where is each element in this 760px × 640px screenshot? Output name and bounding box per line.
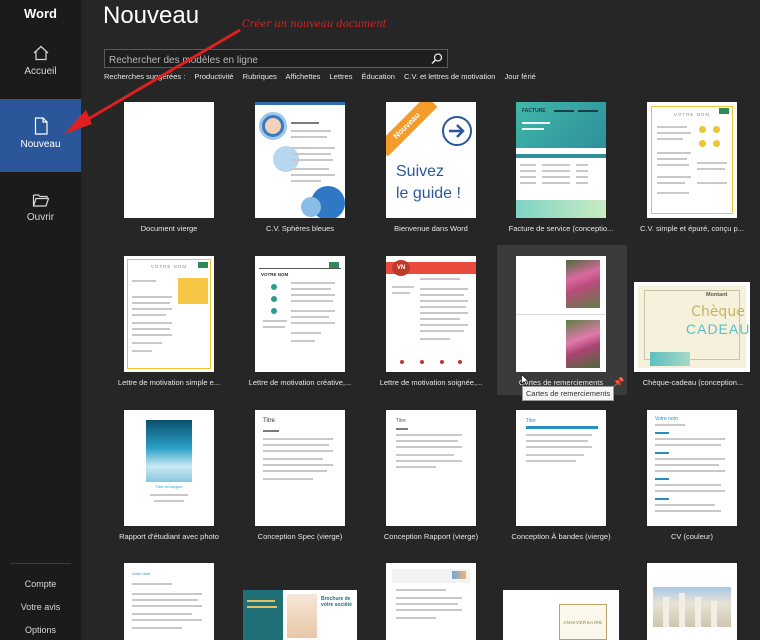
voucher-title-1: Chèque <box>691 304 745 320</box>
folder-icon <box>32 194 49 207</box>
sidebar-item-label: Ouvrir <box>26 212 55 223</box>
sidebar-item-options[interactable]: Options <box>0 625 81 635</box>
new-document-icon <box>34 117 48 135</box>
template-thumbnail: FACTURE <box>516 102 606 218</box>
search-icon[interactable] <box>430 52 444 66</box>
suggestions-label: Recherches suggérées : <box>104 72 186 81</box>
mouse-cursor-icon <box>521 374 529 386</box>
template-thumbnail: Nouveau Suivez le guide ! <box>386 102 476 218</box>
invoice-title: FACTURE <box>522 108 546 114</box>
template-label: Bienvenue dans Word <box>394 224 468 233</box>
letter-name: Votre nom <box>132 571 151 576</box>
suggestion-link[interactable]: Rubriques <box>243 72 277 81</box>
template-label: C.V. simple et épuré, conçu p... <box>640 224 744 233</box>
template-thumbnail: VOTRE NOM <box>647 102 737 218</box>
suggestion-link[interactable]: C.V. et lettres de motivation <box>404 72 495 81</box>
page-title: Nouveau <box>103 2 200 29</box>
suggestion-link[interactable]: Affichettes <box>286 72 321 81</box>
welcome-banner: Nouveau <box>386 102 438 157</box>
report-title: Titre <box>396 418 406 424</box>
welcome-text-2: le guide ! <box>396 185 461 202</box>
template-thumbnail <box>255 102 345 218</box>
suggested-searches: Recherches suggérées : Productivité Rubr… <box>104 72 543 81</box>
anniversary-title: ANNIVERSAIRE <box>563 620 603 625</box>
suggestion-link[interactable]: Éducation <box>362 72 395 81</box>
template-thumbnail: Titre <box>386 410 476 526</box>
template-thumbnail <box>124 102 214 218</box>
cv-color-title: Votre nom <box>655 416 678 422</box>
template-thumbnail-brochure[interactable]: Brochure de votre société <box>243 590 357 640</box>
template-label: CV (couleur) <box>670 532 714 541</box>
search-box <box>104 49 448 69</box>
brochure-title: Brochure de votre société <box>321 596 352 608</box>
initials-badge: VN <box>392 260 410 276</box>
template-label: C.V. Sphères bleues <box>265 224 335 233</box>
sidebar-item-label: Accueil <box>24 66 57 77</box>
template-thumbnail: Votre nom <box>647 410 737 526</box>
word-new-document-screen: Word Accueil Nouveau Ouvrir Compte Votre… <box>0 0 760 640</box>
cv-name: VOTRE NOM <box>261 272 289 277</box>
template-label: Lettre de motivation créative,... <box>248 378 352 387</box>
template-thumbnail-columns[interactable] <box>647 563 737 640</box>
home-icon <box>33 45 48 61</box>
template-thumbnail: VOTRE NOM <box>255 256 345 372</box>
template-label: Lettre de motivation simple e... <box>117 378 221 387</box>
template-label: Conception Rapport (vierge) <box>383 532 479 541</box>
voucher-amount: Montant <box>706 292 728 298</box>
template-thumbnail: VOTRE NOM <box>124 256 214 372</box>
template-thumbnail-letter[interactable]: Votre nom <box>124 563 214 640</box>
suggestion-link[interactable]: Productivité <box>194 72 233 81</box>
sidebar: Word Accueil Nouveau Ouvrir Compte Votre… <box>0 0 81 640</box>
welcome-text-1: Suivez <box>396 163 445 180</box>
template-label: Conception À bandes (vierge) <box>511 532 611 541</box>
search-input[interactable] <box>105 52 425 69</box>
template-thumbnail: Titre du rapport <box>124 410 214 526</box>
template-label: Lettre de motivation soignée,... <box>379 378 483 387</box>
student-report-title: Titre du rapport <box>155 484 183 489</box>
template-thumbnail-memo[interactable] <box>386 563 476 640</box>
template-label: Conception Spec (vierge) <box>257 532 343 541</box>
template-label: Rapport d'étudiant avec photo <box>119 532 219 541</box>
app-title: Word <box>24 6 57 21</box>
sidebar-item-feedback[interactable]: Votre avis <box>0 602 81 612</box>
sidebar-item-home[interactable]: Accueil <box>0 44 81 94</box>
sidebar-item-open[interactable]: Ouvrir <box>0 192 81 232</box>
template-label: Chèque-cadeau (conception... <box>642 378 744 387</box>
template-thumbnail: VN <box>386 256 476 372</box>
template-label: Document vierge <box>140 224 198 233</box>
template-thumbnail-anniversary[interactable]: ANNIVERSAIRE <box>503 590 619 640</box>
template-thumbnail: Titre <box>255 410 345 526</box>
spec-title: Titre <box>263 418 275 424</box>
sidebar-item-new[interactable]: Nouveau <box>0 99 81 172</box>
divider <box>10 563 71 564</box>
sidebar-item-label: Nouveau <box>20 139 61 150</box>
template-thumbnail <box>516 256 606 372</box>
tooltip: Cartes de remerciements <box>522 386 615 401</box>
suggestion-link[interactable]: Jour férié <box>505 72 536 81</box>
template-label: Facture de service (conceptio... <box>508 224 614 233</box>
template-thumbnail: Titre <box>516 410 606 526</box>
voucher-title-2: CADEAU <box>686 321 750 337</box>
template-thumbnail: Montant Chèque CADEAU <box>634 282 750 372</box>
annotation-text: Créer un nouveau document <box>242 19 387 30</box>
pin-icon[interactable]: 📌 <box>613 377 624 388</box>
band-title: Titre <box>526 418 536 424</box>
suggestion-link[interactable]: Lettres <box>330 72 353 81</box>
sidebar-item-account[interactable]: Compte <box>0 579 81 589</box>
arrow-right-icon <box>449 124 465 138</box>
